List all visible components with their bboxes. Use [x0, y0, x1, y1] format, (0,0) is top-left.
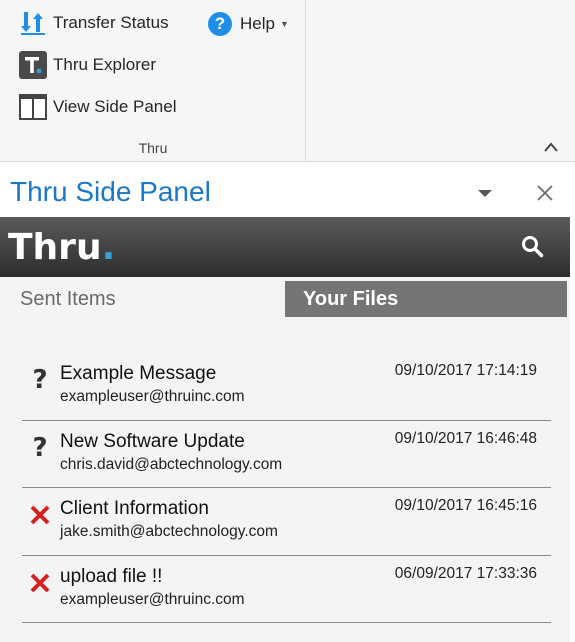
red-x-icon — [30, 502, 50, 528]
item-sender: exampleuser@thruinc.com — [60, 388, 245, 405]
thru-explorer-button[interactable]: Thru Explorer — [18, 50, 156, 80]
item-sender: chris.david@abctechnology.com — [60, 455, 283, 473]
help-question-icon: ? — [208, 12, 232, 36]
view-side-panel-label: View Side Panel — [53, 97, 177, 116]
question-icon: ? — [32, 365, 48, 395]
thru-logo: Thru. — [8, 227, 116, 268]
list-item[interactable]: ? New Software Update chris.david@abctechn… — [22, 421, 551, 488]
side-panel-icon — [18, 92, 48, 122]
view-side-panel-button[interactable]: View Side Panel — [18, 92, 177, 122]
panel-options-dropdown-icon[interactable] — [478, 190, 492, 197]
item-subject: upload file !! — [60, 565, 163, 587]
search-icon[interactable] — [520, 234, 544, 258]
help-label: Help — [240, 14, 275, 33]
question-icon: ? — [32, 432, 48, 463]
ribbon-group-thru: Transfer Status Thru Explorer View Side … — [0, 0, 306, 162]
ribbon-group-label: Thru — [138, 140, 168, 156]
panel-close-icon[interactable] — [535, 183, 555, 203]
files-list: ? Example Message exampleuser@thruinc.com 0… — [22, 353, 551, 623]
transfer-status-button[interactable]: Transfer Status — [18, 8, 169, 38]
item-sender: jake.smith@abctechnology.com — [60, 523, 278, 540]
ribbon: Transfer Status Thru Explorer View Side … — [0, 0, 575, 162]
thru-explorer-icon — [18, 50, 48, 80]
item-subject: Client Information — [60, 498, 209, 519]
item-subject: New Software Update — [60, 430, 245, 452]
help-button[interactable]: ? Help ▼ — [208, 9, 289, 39]
item-subject: Example Message — [60, 363, 217, 384]
side-panel-title: Thru Side Panel — [10, 176, 211, 207]
item-date: 09/10/2017 16:45:16 — [394, 497, 537, 514]
item-date: 09/10/2017 17:14:19 — [394, 362, 537, 379]
thru-explorer-label: Thru Explorer — [53, 55, 156, 74]
thru-header-bar: Thru. — [0, 217, 570, 277]
collapse-ribbon-chevron-icon[interactable] — [543, 140, 559, 154]
list-item[interactable]: upload file !! exampleuser@thruinc.com 06/… — [22, 556, 551, 623]
list-item[interactable]: Client Information jake.smith@abctechnolo… — [22, 488, 551, 556]
transfer-status-label: Transfer Status — [53, 13, 169, 32]
item-date: 06/09/2017 17:33:36 — [394, 564, 537, 582]
list-item[interactable]: ? Example Message exampleuser@thruinc.com 0… — [22, 353, 551, 421]
tab-your-files[interactable]: Your Files — [285, 281, 567, 317]
item-date: 09/10/2017 16:46:48 — [394, 429, 537, 447]
item-sender: exampleuser@thruinc.com — [60, 590, 245, 608]
transfer-arrows-icon — [18, 8, 48, 38]
tab-sent-items[interactable]: Sent Items — [20, 288, 116, 311]
red-x-icon — [30, 570, 50, 596]
help-dropdown-caret-icon: ▼ — [279, 19, 289, 29]
